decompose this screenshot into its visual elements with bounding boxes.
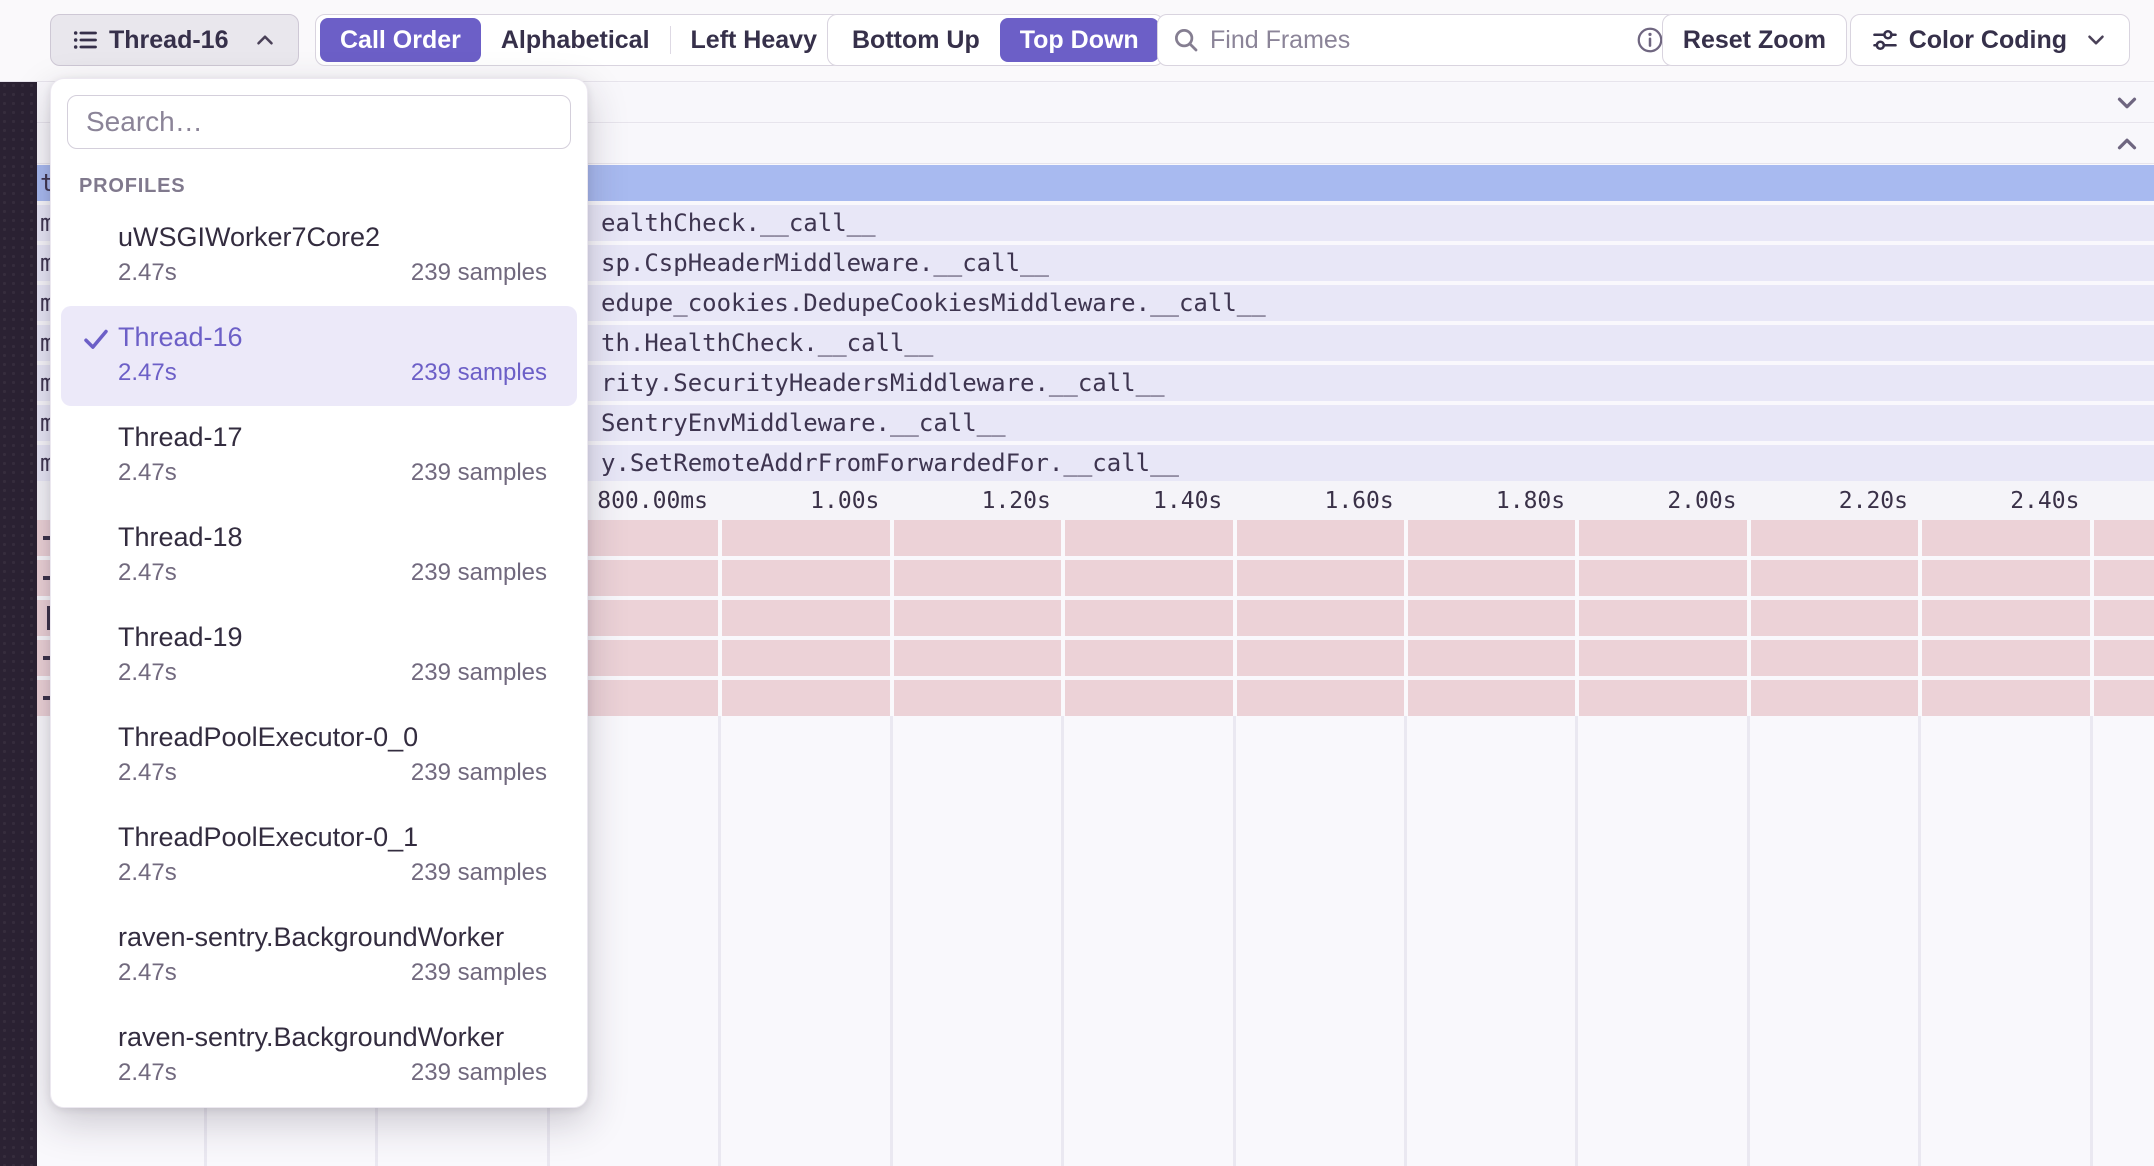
chevron-up-icon[interactable] (2112, 129, 2142, 159)
chevron-down-icon (2083, 27, 2109, 53)
profile-name: Thread-17 (118, 420, 547, 454)
profile-list-item[interactable]: Thread-17 2.47s 239 samples (61, 406, 577, 506)
profile-sample-count: 239 samples (411, 1059, 547, 1087)
profile-name: ThreadPoolExecutor-0_1 (118, 820, 547, 854)
profile-list-item[interactable]: uWSGIWorker7Core2 2.47s 239 samples (61, 206, 577, 306)
gridline (1404, 716, 1407, 1166)
gridline (1061, 520, 1065, 716)
profile-sample-count: 239 samples (411, 359, 547, 387)
profile-sample-count: 239 samples (411, 659, 547, 687)
thread-selector-dropdown: PROFILES uWSGIWorker7Core2 2.47s 239 sam… (50, 78, 588, 1108)
profile-duration: 2.47s (118, 759, 177, 787)
color-coding-button[interactable]: Color Coding (1850, 14, 2130, 66)
frame-label-fragment: edupe_cookies.DedupeCookiesMiddleware.__… (601, 285, 1266, 321)
profile-sample-count: 239 samples (411, 459, 547, 487)
axis-tick-label: 2.20s (1839, 488, 1908, 514)
axis-tick-label: 1.60s (1324, 488, 1393, 514)
reset-zoom-label: Reset Zoom (1683, 26, 1826, 55)
find-frames-container (1157, 14, 1677, 66)
gridline (1233, 520, 1237, 716)
find-frames-input[interactable] (1157, 14, 1677, 66)
thread-selector-button[interactable]: Thread-16 (50, 14, 299, 66)
profile-duration: 2.47s (118, 859, 177, 887)
direction-segmented-control: Bottom Up Top Down (827, 14, 1164, 66)
frame-label-fragment: rity.SecurityHeadersMiddleware.__call__ (601, 365, 1165, 401)
profile-duration: 2.47s (118, 959, 177, 987)
app-sidebar (0, 0, 37, 1166)
color-coding-label: Color Coding (1909, 26, 2067, 55)
profile-name: Thread-18 (118, 520, 547, 554)
profile-list-item[interactable]: Thread-18 2.47s 239 samples (61, 506, 577, 606)
profile-list-item[interactable]: ThreadPoolExecutor-0_0 2.47s 239 samples (61, 706, 577, 806)
axis-tick-label: 1.40s (1153, 488, 1222, 514)
gridline (1747, 716, 1750, 1166)
dropdown-search-input[interactable] (67, 95, 571, 149)
profiles-section-label: PROFILES (79, 175, 571, 198)
profile-duration: 2.47s (118, 259, 177, 287)
profiling-toolbar: Thread-16 Call Order Alphabetical Left H… (0, 0, 2154, 82)
sort-segmented-control: Call Order Alphabetical Left Heavy (315, 14, 842, 66)
profile-list-item[interactable]: Thread-19 2.47s 239 samples (61, 606, 577, 706)
profile-duration: 2.47s (118, 1059, 177, 1087)
profile-list-item[interactable]: raven-sentry.BackgroundWorker 2.47s 239 … (61, 1006, 577, 1106)
chevron-up-icon (252, 27, 278, 53)
frame-label-fragment: y.SetRemoteAddrFromForwardedFor.__call__ (601, 445, 1179, 481)
gridline (1061, 716, 1064, 1166)
checkmark-icon (81, 324, 111, 359)
gridline (890, 716, 893, 1166)
profile-duration: 2.47s (118, 559, 177, 587)
sort-call-order-button[interactable]: Call Order (320, 18, 481, 62)
profile-sample-count: 239 samples (411, 759, 547, 787)
sliders-icon (1871, 26, 1899, 54)
profile-name: raven-sentry.BackgroundWorker (118, 1020, 547, 1054)
thread-selector-label: Thread-16 (109, 26, 228, 55)
profile-name: uWSGIWorker7Core2 (118, 220, 547, 254)
profile-name: Thread-16 (118, 320, 547, 354)
gridline (1404, 520, 1408, 716)
profile-name: raven-sentry.BackgroundWorker (118, 920, 547, 954)
reset-zoom-button[interactable]: Reset Zoom (1662, 14, 1847, 66)
chevron-down-icon[interactable] (2112, 88, 2142, 118)
gridline (2090, 520, 2094, 716)
axis-tick-label: 2.00s (1667, 488, 1736, 514)
gridline (2090, 716, 2093, 1166)
sort-left-heavy-button[interactable]: Left Heavy (671, 18, 837, 62)
profile-sample-count: 239 samples (411, 959, 547, 987)
profile-list-item[interactable]: Thread-16 2.47s 239 samples (61, 306, 577, 406)
profile-list-item[interactable]: raven-sentry.BackgroundWorker 2.47s 239 … (61, 906, 577, 1006)
profile-list-item[interactable]: ThreadPoolExecutor-0_1 2.47s 239 samples (61, 806, 577, 906)
profiles-list: uWSGIWorker7Core2 2.47s 239 samples Thre… (67, 206, 571, 1106)
gridline (890, 520, 894, 716)
sort-alphabetical-button[interactable]: Alphabetical (481, 18, 670, 62)
axis-tick-label: 1.80s (1496, 488, 1565, 514)
axis-tick-label: 1.20s (982, 488, 1051, 514)
gridline (1747, 520, 1751, 716)
direction-bottom-up-button[interactable]: Bottom Up (832, 18, 1000, 62)
info-icon[interactable] (1635, 25, 1665, 58)
axis-tick-label: 800.00ms (597, 488, 708, 514)
frame-label-fragment: ealthCheck.__call__ (601, 205, 876, 241)
profile-duration: 2.47s (118, 659, 177, 687)
axis-tick-label: 2.40s (2010, 488, 2079, 514)
profile-name: ThreadPoolExecutor-0_0 (118, 720, 547, 754)
profile-sample-count: 239 samples (411, 859, 547, 887)
gridline (1233, 716, 1236, 1166)
frame-label-fragment: th.HealthCheck.__call__ (601, 325, 933, 361)
frame-label-fragment: SentryEnvMiddleware.__call__ (601, 405, 1006, 441)
profile-duration: 2.47s (118, 459, 177, 487)
gridline (1918, 716, 1921, 1166)
gridline (718, 520, 722, 716)
profile-name: Thread-19 (118, 620, 547, 654)
direction-top-down-button[interactable]: Top Down (1000, 18, 1159, 62)
gridline (1575, 520, 1579, 716)
gridline (1918, 520, 1922, 716)
gridline (1575, 716, 1578, 1166)
profile-sample-count: 239 samples (411, 259, 547, 287)
list-icon (71, 26, 99, 54)
profile-duration: 2.47s (118, 359, 177, 387)
frame-label-fragment: sp.CspHeaderMiddleware.__call__ (601, 245, 1049, 281)
gridline (718, 716, 721, 1166)
profile-sample-count: 239 samples (411, 559, 547, 587)
axis-tick-label: 1.00s (810, 488, 879, 514)
